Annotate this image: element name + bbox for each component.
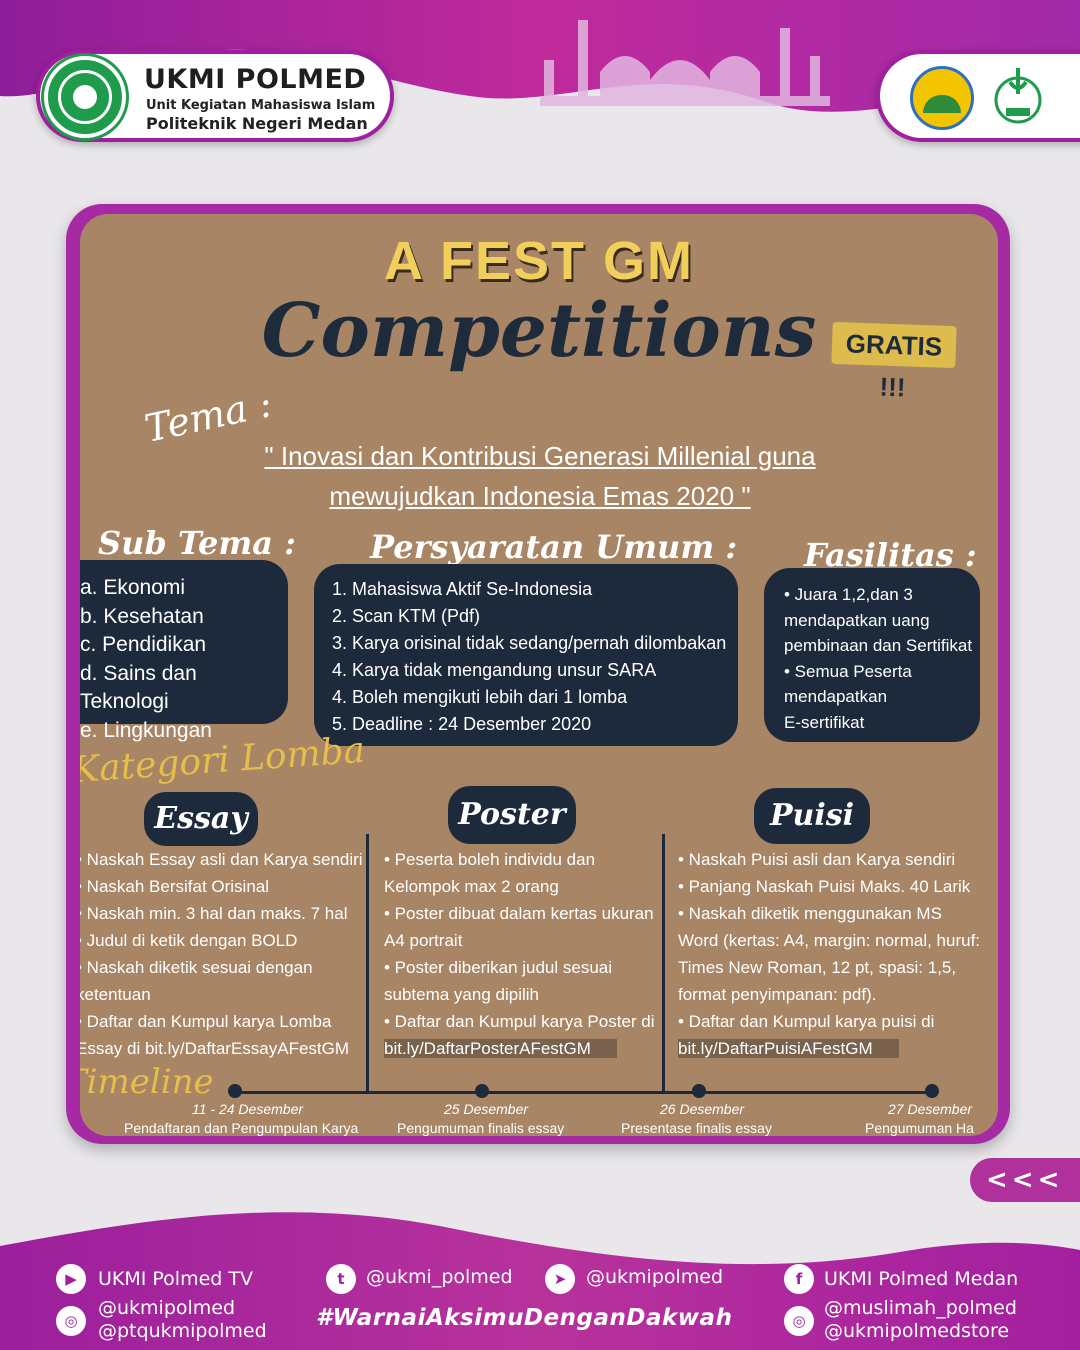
facility-line: pembinaan dan Sertifikat	[784, 636, 973, 655]
instagram-handle[interactable]: @ukmipolmedstore	[824, 1320, 1009, 1342]
puisi-line: • Naskah Puisi asli dan Karya sendiri	[678, 850, 956, 869]
facility-line: E-sertifikat	[784, 712, 865, 732]
requirement-item: 2. Scan KTM (Pdf)	[332, 606, 481, 626]
polmed-logo-icon	[910, 66, 974, 130]
sub-theme-item: b. Kesehatan	[80, 604, 204, 628]
requirement-item: 5. Deadline : 24 Desember 2020	[332, 714, 592, 734]
puisi-details: • Naskah Puisi asli dan Karya sendiri • …	[678, 846, 996, 1062]
timeline-dot	[692, 1084, 706, 1098]
instagram-handle[interactable]: @muslimah_polmed	[824, 1297, 1017, 1319]
timeline-heading: Timeline	[80, 1062, 214, 1102]
org-subtitle: Unit Kegiatan Mahasiswa Islam	[146, 98, 376, 113]
sub-theme-item: c. Pendidikan	[80, 633, 207, 656]
puisi-label: Puisi	[754, 788, 870, 844]
theme-text: " Inovasi dan Kontribusi Generasi Millen…	[264, 441, 816, 511]
youtube-icon[interactable]: ▶	[56, 1264, 86, 1294]
requirements-heading: Persyaratan Umum :	[370, 528, 738, 566]
poster-line: • Poster dibuat dalam kertas ukuran	[384, 904, 654, 923]
event-name: A FEST GM	[384, 231, 694, 291]
poster-link-text[interactable]: bit.ly/DaftarPosterAFestGM	[384, 1039, 617, 1058]
requirement-item: 3. Karya orisinal tidak sedang/pernah di…	[332, 633, 727, 653]
poster-line: • Peserta boleh individu dan	[384, 850, 596, 869]
timeline-line	[234, 1091, 934, 1094]
sub-theme-heading: Sub Tema :	[98, 524, 296, 562]
poster-line: subtema yang dipilih	[384, 985, 539, 1004]
essay-line: • Naskah Bersifat Orisinal	[80, 877, 270, 896]
timeline-date: 26 Desember	[660, 1101, 745, 1117]
essay-line: • Daftar dan Kumpul karya Lomba	[80, 1012, 332, 1031]
essay-line: • Naskah min. 3 hal dan maks. 7 hal	[80, 904, 348, 923]
requirement-item: 4. Boleh mengikuti lebih dari 1 lomba	[332, 687, 628, 707]
timeline-date: 27 Desember	[888, 1101, 973, 1117]
timeline-dot	[228, 1084, 242, 1098]
requirement-item: 1. Mahasiswa Aktif Se-Indonesia	[332, 579, 593, 599]
requirement-item: 4. Karya tidak mengandung unsur SARA	[332, 660, 657, 680]
instagram-handle[interactable]: @ukmipolmed	[98, 1297, 235, 1319]
timeline-desc: Presentase finalis essay	[621, 1120, 772, 1136]
ukmi-emblem-icon	[44, 56, 126, 138]
timeline-desc: Pengumuman Ha	[865, 1120, 974, 1136]
facebook-icon[interactable]: f	[784, 1264, 814, 1294]
poster-line: A4 portrait	[384, 931, 463, 950]
facilities-box: • Juara 1,2,dan 3 mendapatkan uang pembi…	[764, 568, 980, 742]
requirements-box: 1. Mahasiswa Aktif Se-Indonesia 2. Scan …	[314, 564, 738, 746]
fsldk-logo-icon	[994, 68, 1042, 124]
youtube-handle[interactable]: UKMI Polmed TV	[98, 1268, 253, 1290]
column-divider	[366, 834, 369, 1094]
competition-poster: A FEST GM Competitions GRATIS !!! Tema :…	[80, 214, 998, 1136]
free-badge: GRATIS !!!	[831, 321, 957, 402]
essay-line: • Naskah diketik sesuai dengan	[80, 958, 313, 977]
puisi-line: format penyimpanan: pdf).	[678, 985, 877, 1004]
timeline-date: 25 Desember	[444, 1101, 529, 1117]
sub-theme-box: a. Ekonomi b. Kesehatan c. Pendidikan d.…	[80, 560, 288, 742]
telegram-handle[interactable]: @ukmipolmed	[586, 1266, 723, 1288]
column-divider	[662, 834, 665, 1094]
puisi-line: Word (kertas: A4, margin: normal, huruf:	[678, 931, 981, 950]
essay-line: ketentuan	[80, 985, 151, 1004]
puisi-line: • Daftar dan Kumpul karya puisi di	[678, 1012, 935, 1031]
puisi-line: • Panjang Naskah Puisi Maks. 40 Larik	[678, 877, 971, 896]
poster-link[interactable]: bit.ly/DaftarPosterAFestGM	[384, 1035, 660, 1062]
poster-line: • Poster diberikan judul sesuai	[384, 958, 613, 977]
essay-details: • Naskah Essay asli dan Karya sendiri • …	[80, 846, 366, 1062]
essay-label: Essay	[144, 792, 258, 846]
partner-logos	[876, 50, 1080, 142]
back-button[interactable]: <<<	[970, 1158, 1080, 1202]
timeline-dot	[475, 1084, 489, 1098]
timeline-desc: Pendaftaran dan Pengumpulan Karya	[124, 1120, 359, 1136]
twitter-handle[interactable]: @ukmi_polmed	[366, 1266, 513, 1288]
sub-theme-item: a. Ekonomi	[80, 576, 186, 599]
essay-line: • Judul di ketik dengan BOLD	[80, 931, 298, 950]
telegram-icon[interactable]: ➤	[545, 1264, 575, 1294]
twitter-icon[interactable]: t	[326, 1264, 356, 1294]
org-campus: Politeknik Negeri Medan	[146, 114, 368, 133]
facility-line: • Juara 1,2,dan 3	[784, 585, 913, 604]
poster-line: Kelompok max 2 orang	[384, 877, 559, 896]
timeline-date: 11 - 24 Desember	[192, 1101, 304, 1117]
poster-category-label: Poster	[448, 786, 576, 844]
ukmi-logo-badge: UKMI POLMED Unit Kegiatan Mahasiswa Isla…	[36, 50, 394, 142]
puisi-line: Times New Roman, 12 pt, spasi: 1,5,	[678, 958, 957, 977]
poster-line: • Daftar dan Kumpul karya Poster di	[384, 1012, 655, 1031]
sub-theme-item: d. Sains dan Teknologi	[80, 661, 197, 714]
puisi-link[interactable]: bit.ly/DaftarPuisiAFestGM	[678, 1035, 996, 1062]
org-title: UKMI POLMED	[144, 64, 367, 95]
timeline-desc: Pengumuman finalis essay	[397, 1120, 565, 1136]
timeline-dot	[925, 1084, 939, 1098]
poster-details: • Peserta boleh individu dan Kelompok ma…	[384, 846, 660, 1062]
puisi-line: • Naskah diketik menggunakan MS	[678, 904, 942, 923]
facility-line: mendapatkan	[784, 687, 888, 706]
facility-line: mendapatkan uang	[784, 610, 930, 630]
essay-line: • Naskah Essay asli dan Karya sendiri	[80, 850, 363, 869]
puisi-link-text[interactable]: bit.ly/DaftarPuisiAFestGM	[678, 1039, 899, 1058]
instagram-icon[interactable]: ◎	[56, 1306, 86, 1336]
instagram-icon[interactable]: ◎	[784, 1306, 814, 1336]
campaign-hashtag: #WarnaiAksimuDenganDakwah	[316, 1305, 733, 1331]
facebook-handle[interactable]: UKMI Polmed Medan	[824, 1268, 1018, 1290]
essay-link[interactable]: Essay di bit.ly/DaftarEssayAFestGM	[80, 1035, 366, 1062]
facility-line: • Semua Peserta	[784, 661, 912, 681]
instagram-handle[interactable]: @ptqukmipolmed	[98, 1320, 267, 1342]
